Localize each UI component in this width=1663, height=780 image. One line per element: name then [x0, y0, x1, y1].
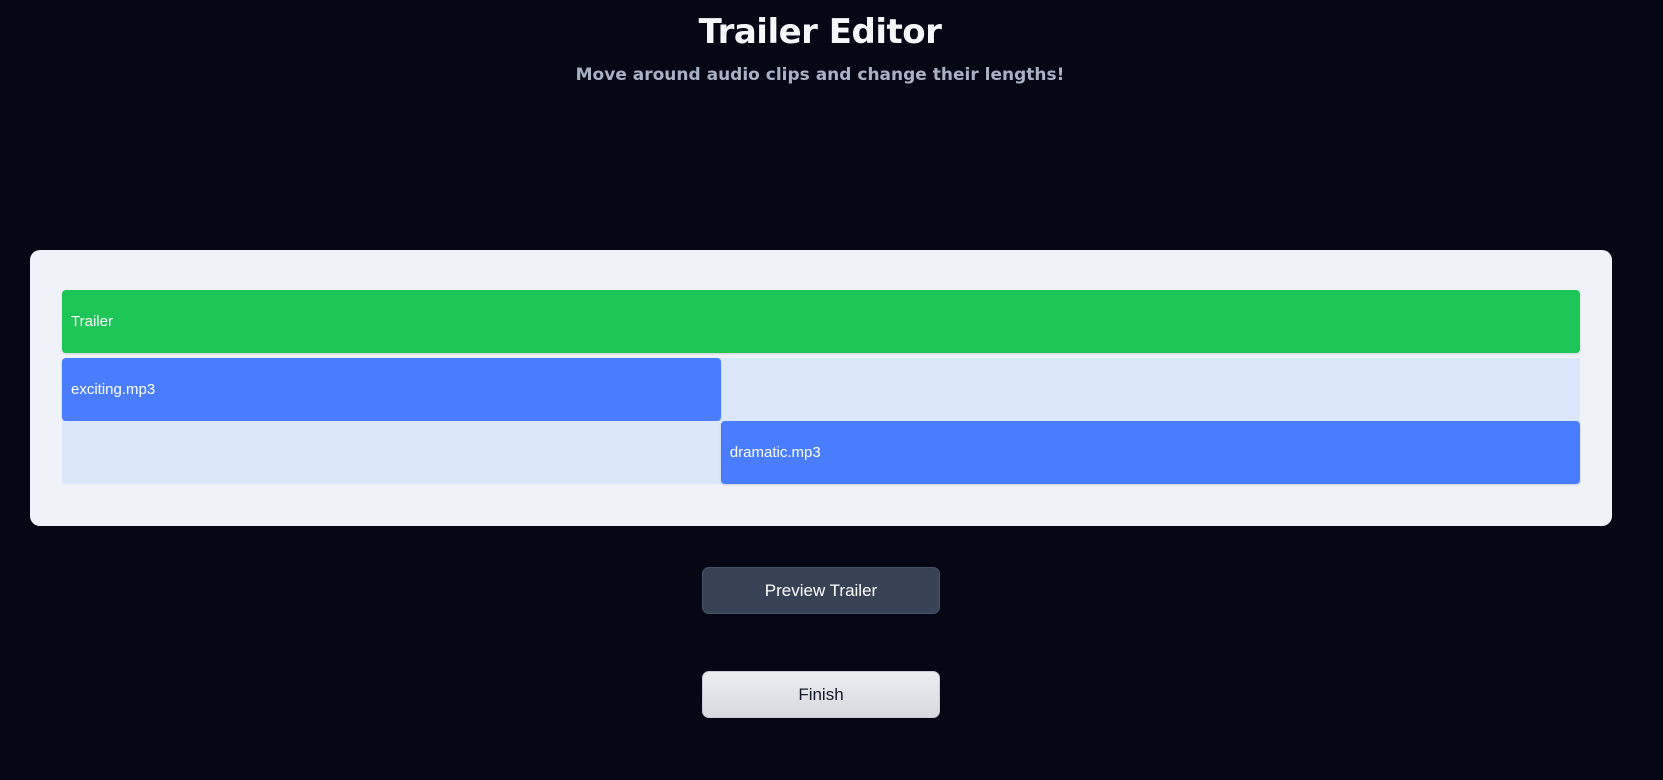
audio-clip-label: exciting.mp3: [71, 381, 156, 398]
preview-trailer-button[interactable]: Preview Trailer: [702, 567, 940, 614]
audio-clip-label: dramatic.mp3: [729, 444, 821, 461]
audio-clip-dramatic[interactable]: dramatic.mp3: [720, 421, 1580, 484]
trailer-track: Trailer: [62, 290, 1580, 353]
trailer-editor-page: Trailer Editor Move around audio clips a…: [0, 0, 1663, 780]
timeline-panel: Trailer exciting.mp3 dramatic.mp3: [30, 250, 1612, 526]
page-subtitle: Move around audio clips and change their…: [575, 65, 1065, 85]
audio-clip-exciting[interactable]: exciting.mp3: [62, 358, 721, 421]
finish-button[interactable]: Finish: [702, 671, 940, 718]
trailer-clip[interactable]: Trailer: [62, 290, 1580, 353]
page-title: Trailer Editor: [698, 12, 942, 52]
audio-track-1: exciting.mp3: [62, 358, 1580, 421]
trailer-clip-label: Trailer: [71, 313, 113, 330]
audio-track-2: dramatic.mp3: [62, 421, 1580, 484]
